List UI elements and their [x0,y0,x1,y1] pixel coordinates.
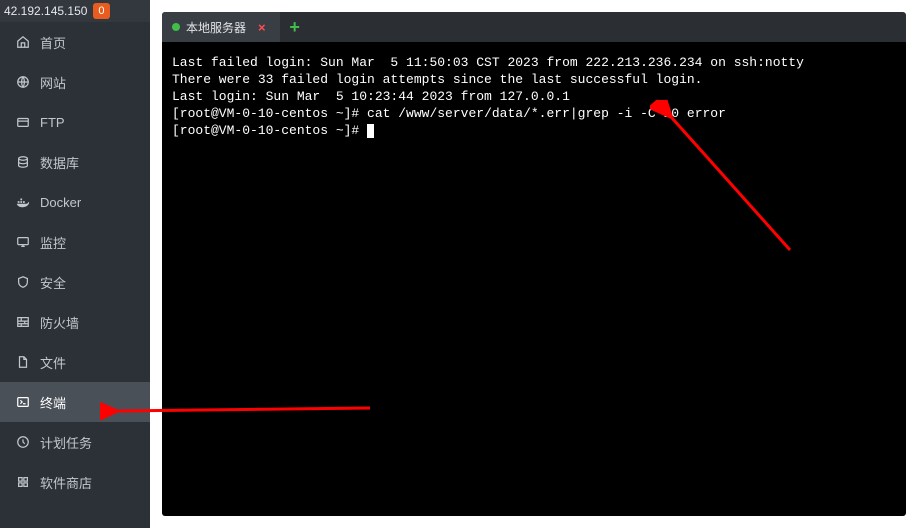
terminal-prompt: [root@VM-0-10-centos ~]# [172,106,367,121]
terminal-command: cat /www/server/data/*.err|grep -i -C 10… [367,106,726,121]
sidebar-item-label: 网站 [40,73,66,92]
sidebar-item-label: 监控 [40,233,66,252]
sidebar-item-files[interactable]: 文件 [0,342,150,382]
shield-icon [16,275,30,289]
alert-badge[interactable]: 0 [93,3,109,19]
files-icon [16,355,30,369]
ftp-icon [16,115,30,129]
sidebar-item-label: 终端 [40,393,66,412]
sidebar-item-label: 计划任务 [40,433,92,452]
sidebar-item-ftp[interactable]: FTP [0,102,150,142]
main-area: 本地服务器 × + Last failed login: Sun Mar 5 1… [150,0,918,528]
sidebar-item-label: 软件商店 [40,473,92,492]
close-icon[interactable]: × [258,21,266,34]
docker-icon [16,195,30,209]
sidebar-item-terminal[interactable]: 终端 [0,382,150,422]
terminal-tabbar: 本地服务器 × + [162,12,906,42]
server-ip: 42.192.145.150 [4,4,87,18]
sidebar-item-label: FTP [40,115,65,130]
sidebar-item-label: 文件 [40,353,66,372]
monitor-icon [16,235,30,249]
tab-local-server[interactable]: 本地服务器 × [162,12,280,42]
sidebar-item-label: 防火墙 [40,313,79,332]
terminal-line: Last failed login: Sun Mar 5 11:50:03 CS… [172,55,804,70]
sidebar-item-label: 数据库 [40,153,79,172]
sidebar-header: 42.192.145.150 0 [0,0,150,22]
terminal-cursor [367,124,374,138]
terminal-output[interactable]: Last failed login: Sun Mar 5 11:50:03 CS… [162,42,906,516]
sidebar-item-database[interactable]: 数据库 [0,142,150,182]
sidebar-item-firewall[interactable]: 防火墙 [0,302,150,342]
firewall-icon [16,315,30,329]
sidebar-item-home[interactable]: 首页 [0,22,150,62]
sidebar-item-cron[interactable]: 计划任务 [0,422,150,462]
sidebar-item-label: 首页 [40,33,66,52]
sidebar: 42.192.145.150 0 首页 网站 FTP 数据库 Docker [0,0,150,528]
sidebar-item-docker[interactable]: Docker [0,182,150,222]
home-icon [16,35,30,49]
sidebar-item-security[interactable]: 安全 [0,262,150,302]
sidebar-item-label: Docker [40,195,81,210]
store-icon [16,475,30,489]
globe-icon [16,75,30,89]
terminal-line: There were 33 failed login attempts sinc… [172,72,703,87]
cron-icon [16,435,30,449]
sidebar-item-monitor[interactable]: 监控 [0,222,150,262]
sidebar-item-site[interactable]: 网站 [0,62,150,102]
database-icon [16,155,30,169]
terminal-prompt: [root@VM-0-10-centos ~]# [172,123,367,138]
tab-label: 本地服务器 [186,19,246,36]
status-dot-icon [172,23,180,31]
sidebar-item-store[interactable]: 软件商店 [0,462,150,502]
terminal-line: Last login: Sun Mar 5 10:23:44 2023 from… [172,89,570,104]
terminal-icon [16,395,30,409]
sidebar-item-label: 安全 [40,273,66,292]
add-tab-button[interactable]: + [280,12,310,42]
